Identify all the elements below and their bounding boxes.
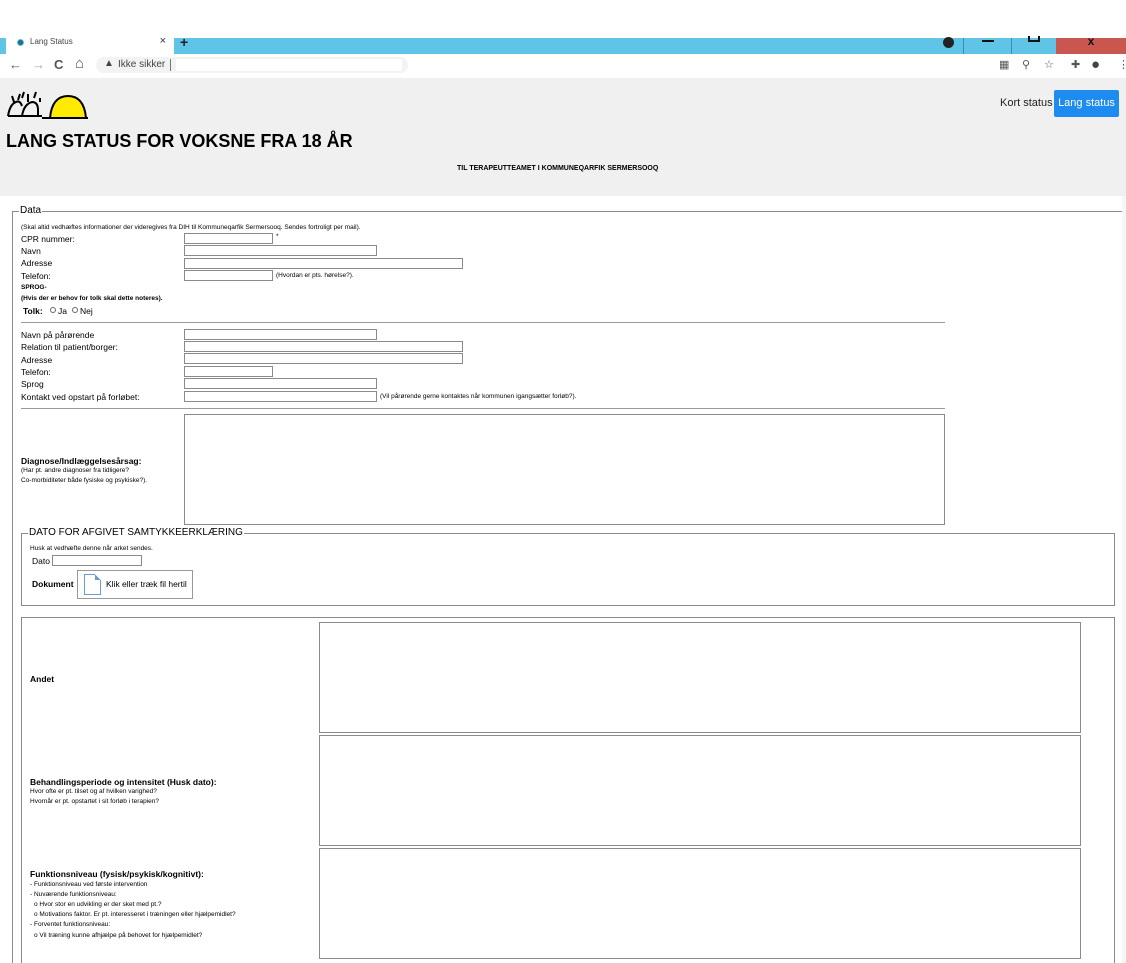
name-input[interactable] bbox=[184, 245, 377, 256]
function-label: Funktionsniveau (fysisk/psykisk/kognitiv… bbox=[30, 869, 204, 879]
relative-name-input[interactable] bbox=[184, 329, 377, 340]
interpreter-no-label[interactable]: Nej bbox=[80, 306, 93, 316]
relative-name-label: Navn på pårørende bbox=[21, 330, 95, 340]
relative-phone-input[interactable] bbox=[184, 366, 273, 377]
window-close-button[interactable]: x bbox=[1056, 35, 1126, 54]
data-note: (Skal altid vedhæftes informationer der … bbox=[21, 224, 361, 231]
url-field[interactable] bbox=[176, 59, 402, 71]
translate-icon[interactable]: ▦ bbox=[999, 58, 1009, 71]
window-divider bbox=[963, 38, 964, 54]
logo-icon bbox=[7, 91, 88, 119]
bookmark-star-icon[interactable]: ☆ bbox=[1044, 58, 1054, 71]
treatment-label: Behandlingsperiode og intensitet (Husk d… bbox=[30, 777, 217, 787]
divider bbox=[21, 322, 945, 323]
interpreter-label: Tolk: bbox=[23, 306, 43, 316]
function-hint-1: - Funktionsniveau ved første interventio… bbox=[30, 881, 148, 888]
consent-note: Husk at vedhæfte denne når arket sendes. bbox=[30, 545, 153, 552]
divider bbox=[21, 408, 945, 409]
short-status-link[interactable]: Kort status bbox=[1000, 97, 1053, 109]
consent-date-input[interactable] bbox=[52, 555, 142, 566]
interpreter-no-radio[interactable] bbox=[72, 307, 78, 313]
phone-hint: (Hvordan er pts. hørelse?). bbox=[276, 272, 354, 279]
treatment-textarea[interactable] bbox=[319, 735, 1081, 846]
interpreter-yes-label[interactable]: Ja bbox=[58, 306, 67, 316]
tab-title: Lang Status bbox=[30, 37, 73, 46]
extensions-icon[interactable]: ✚ bbox=[1071, 58, 1080, 71]
page-scrollbar[interactable] bbox=[1122, 196, 1126, 963]
other-label: Andet bbox=[30, 674, 55, 684]
treatment-hint-1: Hvor ofte er pt. tilset og af hvilken va… bbox=[30, 788, 157, 795]
document-label: Dokument bbox=[32, 579, 74, 589]
function-hint-4: o Motivations faktor. Er pt. interessere… bbox=[34, 911, 236, 918]
function-hint-3: o Hvor stor en udvikling er der sket med… bbox=[34, 901, 162, 908]
page-title: LANG STATUS FOR VOKSNE FRA 18 ÅR bbox=[6, 131, 353, 151]
data-legend: Data bbox=[19, 205, 43, 216]
profile-dot-icon[interactable] bbox=[943, 37, 954, 48]
address-bar[interactable]: ▲ Ikke sikker bbox=[96, 57, 408, 73]
browser-tab[interactable]: Lang Status × bbox=[6, 30, 174, 54]
favicon-icon bbox=[17, 39, 24, 46]
relative-language-input[interactable] bbox=[184, 378, 377, 389]
cpr-label: CPR nummer: bbox=[21, 234, 75, 244]
address-label: Adresse bbox=[21, 258, 53, 268]
diagnosis-label: Diagnose/Indlæggelsesårsag: bbox=[21, 456, 142, 466]
other-textarea[interactable] bbox=[319, 622, 1081, 733]
address-input[interactable] bbox=[184, 258, 463, 269]
forward-icon[interactable]: → bbox=[32, 57, 45, 72]
function-hint-6: o Vil træning kunne afhjælpe på behovet … bbox=[34, 932, 203, 939]
phone-input[interactable] bbox=[184, 270, 273, 281]
profile-avatar-icon[interactable]: ● bbox=[1091, 56, 1100, 73]
page-subtitle: TIL TERAPEUTTEAMET I KOMMUNEQARFIK SERME… bbox=[457, 165, 659, 172]
function-hint-5: - Forventet funktionsniveau: bbox=[30, 921, 111, 928]
home-icon[interactable]: ⌂ bbox=[75, 55, 84, 72]
relative-address-label: Adresse bbox=[21, 355, 53, 365]
treatment-hint-2: Hvornår er pt. opstartet i sit forløb i … bbox=[30, 798, 159, 805]
new-tab-button[interactable]: + bbox=[180, 34, 188, 50]
function-hint-2: - Nuværende funktionsniveau: bbox=[30, 891, 117, 898]
relative-address-input[interactable] bbox=[184, 353, 463, 364]
upload-text: Klik eller træk fil hertil bbox=[106, 579, 187, 589]
cpr-input[interactable] bbox=[184, 233, 273, 244]
diagnosis-hint-1: (Har pt. andre diagnoser fra tidligere? bbox=[21, 467, 130, 474]
maximize-icon[interactable] bbox=[1028, 36, 1040, 42]
back-icon[interactable]: ← bbox=[9, 57, 22, 72]
consent-legend: DATO FOR AFGIVET SAMTYKKEERKLÆRING bbox=[28, 527, 244, 538]
security-status[interactable]: Ikke sikker bbox=[118, 59, 165, 70]
minimize-icon[interactable] bbox=[982, 40, 994, 42]
relation-label: Relation til patient/borger: bbox=[21, 342, 118, 352]
name-label: Navn bbox=[21, 246, 41, 256]
contact-input[interactable] bbox=[184, 391, 377, 402]
function-textarea[interactable] bbox=[319, 848, 1081, 959]
required-mark: * bbox=[276, 233, 279, 240]
language-note: (Hvis der er behov for tolk skal dette n… bbox=[21, 295, 163, 302]
relative-phone-label: Telefon: bbox=[21, 367, 51, 377]
relation-input[interactable] bbox=[184, 341, 463, 352]
interpreter-yes-radio[interactable] bbox=[50, 307, 56, 313]
zoom-icon[interactable]: ⚲ bbox=[1022, 58, 1030, 71]
contact-label: Kontakt ved opstart på forløbet: bbox=[21, 392, 140, 402]
omnibox-divider bbox=[170, 59, 171, 71]
long-status-button[interactable]: Lang status bbox=[1054, 90, 1119, 117]
diagnosis-textarea[interactable] bbox=[184, 414, 945, 525]
consent-date-label: Dato bbox=[32, 556, 50, 566]
document-icon bbox=[84, 574, 101, 595]
menu-kebab-icon[interactable]: ⋮ bbox=[1118, 58, 1126, 71]
security-warning-icon[interactable]: ▲ bbox=[104, 58, 114, 69]
phone-label: Telefon: bbox=[21, 271, 51, 281]
window-divider bbox=[1011, 38, 1012, 54]
diagnosis-hint-2: Co-morbiditeter både fysiske og psykiske… bbox=[21, 477, 148, 484]
contact-hint: (Vil pårørende gerne kontaktes når kommu… bbox=[380, 393, 577, 400]
reload-icon[interactable]: C bbox=[54, 57, 63, 72]
tab-close-icon[interactable]: × bbox=[160, 35, 166, 47]
relative-language-label: Sprog bbox=[21, 379, 44, 389]
language-heading: SPROG- bbox=[21, 284, 47, 291]
file-upload-dropzone[interactable]: Klik eller træk fil hertil bbox=[77, 570, 193, 599]
